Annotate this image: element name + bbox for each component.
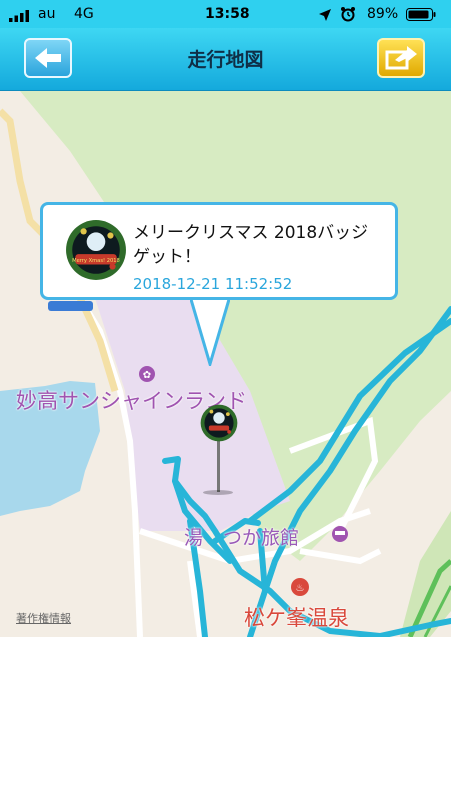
map-label-onsen: 松ケ峯温泉: [244, 606, 349, 630]
map-label-inn: 湯つか旅館: [184, 527, 300, 549]
battery-icon: [406, 8, 436, 26]
location-arrow-icon: [319, 8, 331, 26]
navigation-bar: 走行地図: [0, 28, 451, 91]
svg-text:♨: ♨: [296, 583, 305, 594]
carrier-label: au: [38, 6, 56, 22]
alarm-clock-icon: [340, 6, 356, 27]
copyright-link[interactable]: 著作権情報: [16, 610, 71, 626]
share-arrow-icon: [385, 46, 417, 70]
svg-text:✿: ✿: [143, 370, 151, 381]
callout-title: メリークリスマス 2018バッジゲット！: [133, 223, 369, 267]
christmas-badge-icon: Merry Xmas! 2018: [66, 220, 126, 280]
status-bar: au 4G 13:58 89%: [0, 0, 451, 28]
christmas-badge-pin-icon[interactable]: [200, 404, 238, 442]
callout-tail: [190, 296, 230, 366]
share-button[interactable]: [377, 38, 425, 78]
badge-text: Merry Xmas! 2018: [72, 258, 120, 264]
clock: 13:58: [205, 6, 250, 22]
battery-percent: 89%: [367, 6, 399, 22]
callout-timestamp: 2018-12-21 11:52:52: [133, 275, 293, 293]
map-pin-stem: [217, 440, 220, 492]
network-label: 4G: [74, 6, 94, 22]
signal-bars-icon: [9, 9, 31, 27]
badge-callout[interactable]: Merry Xmas! 2018 メリークリスマス 2018バッジゲット！ 20…: [40, 202, 398, 300]
map-pin-shadow: [203, 490, 233, 495]
